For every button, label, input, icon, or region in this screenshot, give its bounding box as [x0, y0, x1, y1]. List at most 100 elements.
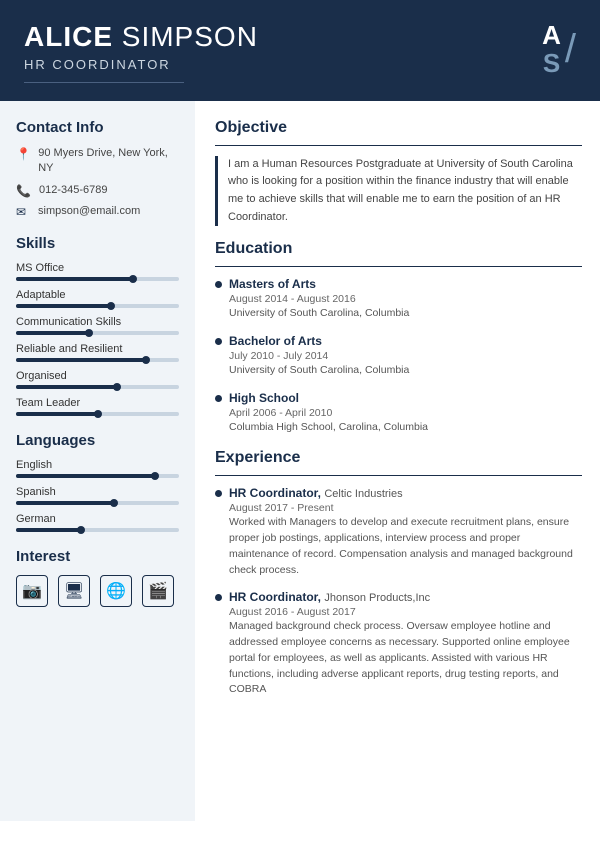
- contact-section-title: Contact Info: [16, 119, 179, 136]
- first-name: ALICE: [24, 21, 113, 52]
- skill-label: Team Leader: [16, 397, 179, 409]
- interest-icons: 📷 🖥 🌐 🎬: [16, 575, 179, 607]
- phone-text: 012-345-6789: [39, 183, 108, 198]
- monogram-a: A: [542, 22, 561, 48]
- language-item: German: [16, 513, 179, 532]
- skill-item: Reliable and Resilient: [16, 343, 179, 362]
- exp-company: Celtic Industries: [324, 488, 402, 500]
- skill-bar-dot: [107, 302, 115, 310]
- interest-computer-icon: 🖥: [58, 575, 90, 607]
- edu-school: Columbia High School, Carolina, Columbia: [229, 420, 582, 436]
- experience-divider: [215, 475, 582, 476]
- header-monogram: A S /: [542, 22, 576, 76]
- skill-item: MS Office: [16, 262, 179, 281]
- edu-school: University of South Carolina, Columbia: [229, 363, 582, 379]
- skill-label: MS Office: [16, 262, 179, 274]
- skill-bar-fill: [16, 304, 111, 308]
- skill-item: Team Leader: [16, 397, 179, 416]
- edu-school: University of South Carolina, Columbia: [229, 306, 582, 322]
- interest-globe-icon: 🌐: [100, 575, 132, 607]
- skill-bar-fill: [16, 385, 117, 389]
- monogram-slash: /: [565, 29, 576, 69]
- education-item: Bachelor of Arts July 2010 - July 2014 U…: [215, 334, 582, 379]
- monogram-s: S: [542, 50, 561, 76]
- address-item: 📍 90 Myers Drive, New York, NY: [16, 146, 179, 177]
- main-layout: Contact Info 📍 90 Myers Drive, New York,…: [0, 101, 600, 821]
- objective-title: Objective: [215, 119, 582, 137]
- exp-desc: Managed background check process. Oversa…: [229, 619, 582, 698]
- interest-video-icon: 🎬: [142, 575, 174, 607]
- language-bar-dot: [77, 526, 85, 534]
- language-bar-dot: [110, 499, 118, 507]
- language-label: Spanish: [16, 486, 179, 498]
- language-bar-track: [16, 528, 179, 532]
- skill-bar-fill: [16, 412, 98, 416]
- address-text: 90 Myers Drive, New York, NY: [38, 146, 179, 177]
- skill-bar-track: [16, 331, 179, 335]
- language-bar-dot: [151, 472, 159, 480]
- languages-section-title: Languages: [16, 432, 179, 449]
- skill-label: Communication Skills: [16, 316, 179, 328]
- skill-item: Adaptable: [16, 289, 179, 308]
- skill-label: Reliable and Resilient: [16, 343, 179, 355]
- skill-bar-dot: [94, 410, 102, 418]
- header-name: ALICE SIMPSON: [24, 22, 258, 53]
- edu-dates: July 2010 - July 2014: [229, 350, 582, 362]
- skill-bar-dot: [113, 383, 121, 391]
- experience-item: HR Coordinator, Celtic Industries August…: [215, 486, 582, 578]
- education-item: Masters of Arts August 2014 - August 201…: [215, 277, 582, 322]
- skill-bar-dot: [85, 329, 93, 337]
- languages-list: English Spanish German: [16, 459, 179, 532]
- objective-text: I am a Human Resources Postgraduate at U…: [215, 156, 582, 226]
- language-bar-fill: [16, 501, 114, 505]
- education-divider: [215, 266, 582, 267]
- email-item: ✉ simpson@email.com: [16, 204, 179, 219]
- education-list: Masters of Arts August 2014 - August 201…: [215, 277, 582, 435]
- interest-camera-icon: 📷: [16, 575, 48, 607]
- last-name: SIMPSON: [122, 21, 258, 52]
- skill-bar-dot: [129, 275, 137, 283]
- education-item: High School April 2006 - April 2010 Colu…: [215, 391, 582, 436]
- skill-bar-track: [16, 385, 179, 389]
- language-item: English: [16, 459, 179, 478]
- sidebar: Contact Info 📍 90 Myers Drive, New York,…: [0, 101, 195, 821]
- language-label: German: [16, 513, 179, 525]
- header-left: ALICE SIMPSON HR COORDINATOR: [24, 22, 258, 83]
- education-title: Education: [215, 240, 582, 258]
- skill-bar-fill: [16, 358, 146, 362]
- header-divider: [24, 82, 184, 83]
- skill-bar-track: [16, 277, 179, 281]
- skill-bar-track: [16, 412, 179, 416]
- objective-divider: [215, 145, 582, 146]
- skill-bar-track: [16, 358, 179, 362]
- skills-list: MS Office Adaptable Communication Skills…: [16, 262, 179, 416]
- skill-item: Organised: [16, 370, 179, 389]
- experience-title: Experience: [215, 449, 582, 467]
- skills-section-title: Skills: [16, 235, 179, 252]
- header: ALICE SIMPSON HR COORDINATOR A S /: [0, 0, 600, 101]
- language-bar-fill: [16, 474, 155, 478]
- edu-degree: Bachelor of Arts: [229, 334, 582, 348]
- email-text: simpson@email.com: [38, 204, 140, 219]
- language-label: English: [16, 459, 179, 471]
- interest-section-title: Interest: [16, 548, 179, 565]
- language-bar-fill: [16, 528, 81, 532]
- location-icon: 📍: [16, 147, 30, 161]
- experience-item: HR Coordinator, Jhonson Products,Inc Aug…: [215, 590, 582, 698]
- language-bar-track: [16, 501, 179, 505]
- content-area: Objective I am a Human Resources Postgra…: [195, 101, 600, 821]
- exp-company: Jhonson Products,Inc: [324, 592, 430, 604]
- edu-degree: High School: [229, 391, 582, 405]
- exp-title: HR Coordinator, Jhonson Products,Inc: [229, 590, 582, 604]
- exp-title: HR Coordinator, Celtic Industries: [229, 486, 582, 500]
- exp-dates: August 2016 - August 2017: [229, 606, 582, 618]
- phone-icon: 📞: [16, 184, 31, 198]
- exp-desc: Worked with Managers to develop and exec…: [229, 515, 582, 578]
- skill-bar-dot: [142, 356, 150, 364]
- edu-degree: Masters of Arts: [229, 277, 582, 291]
- header-title: HR COORDINATOR: [24, 57, 258, 72]
- phone-item: 📞 012-345-6789: [16, 183, 179, 198]
- email-icon: ✉: [16, 205, 30, 219]
- skill-label: Organised: [16, 370, 179, 382]
- exp-dates: August 2017 - Present: [229, 502, 582, 514]
